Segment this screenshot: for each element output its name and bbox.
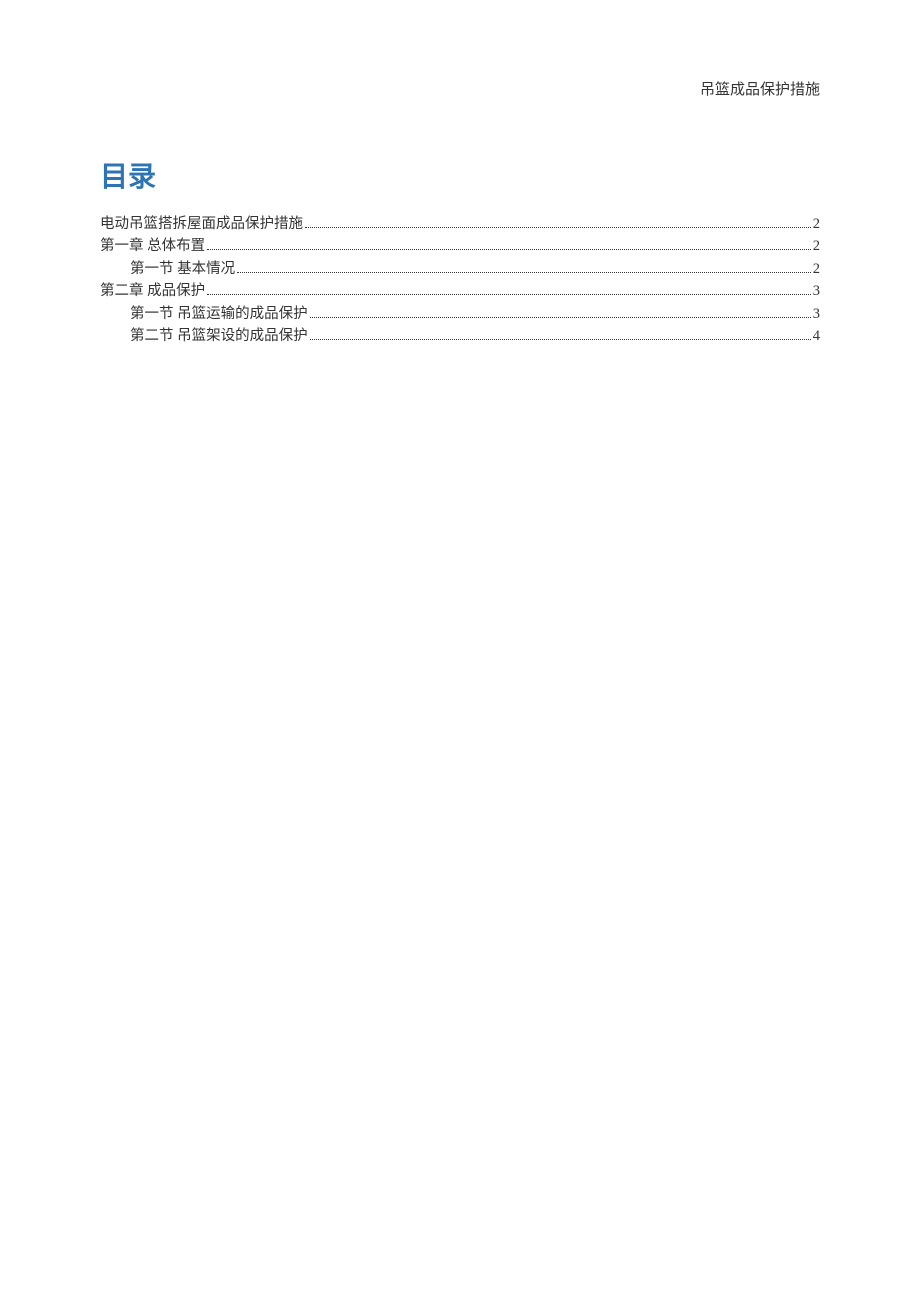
toc-dots <box>207 294 811 295</box>
toc-dots <box>310 339 811 340</box>
toc-entry-label: 第一章 总体布置 <box>100 235 205 257</box>
toc-entry-label: 电动吊篮搭拆屋面成品保护措施 <box>100 213 303 235</box>
toc-dots <box>237 272 811 273</box>
toc-dots <box>310 317 811 318</box>
toc-entry-page: 3 <box>813 280 820 302</box>
header-text: 吊篮成品保护措施 <box>700 82 820 98</box>
toc-entry-label: 第二节 吊篮架设的成品保护 <box>130 325 308 347</box>
toc-entry[interactable]: 第一节 吊篮运输的成品保护 3 <box>100 303 820 325</box>
toc-entry-page: 2 <box>813 235 820 257</box>
toc-list: 电动吊篮搭拆屋面成品保护措施2第一章 总体布置2第一节 基本情况2第二章 成品保… <box>100 213 820 348</box>
toc-entry-page: 3 <box>813 303 820 325</box>
toc-entry-label: 第二章 成品保护 <box>100 280 205 302</box>
toc-entry[interactable]: 第二节 吊篮架设的成品保护 4 <box>100 325 820 347</box>
toc-entry-page: 4 <box>813 325 820 347</box>
page-header: 吊篮成品保护措施 <box>700 78 820 99</box>
toc-entry[interactable]: 电动吊篮搭拆屋面成品保护措施 2 <box>100 213 820 235</box>
toc-entry-label: 第一节 基本情况 <box>130 258 235 280</box>
toc-entry[interactable]: 第一节 基本情况 2 <box>100 258 820 280</box>
toc-title: 目录 <box>100 155 820 195</box>
toc-dots <box>207 249 811 250</box>
toc-entry[interactable]: 第二章 成品保护 3 <box>100 280 820 302</box>
toc-entry-label: 第一节 吊篮运输的成品保护 <box>130 303 308 325</box>
toc-entry-page: 2 <box>813 213 820 235</box>
toc-dots <box>305 227 811 228</box>
toc-entry-page: 2 <box>813 258 820 280</box>
content-area: 目录 电动吊篮搭拆屋面成品保护措施2第一章 总体布置2第一节 基本情况2第二章 … <box>100 155 820 348</box>
toc-entry[interactable]: 第一章 总体布置 2 <box>100 235 820 257</box>
